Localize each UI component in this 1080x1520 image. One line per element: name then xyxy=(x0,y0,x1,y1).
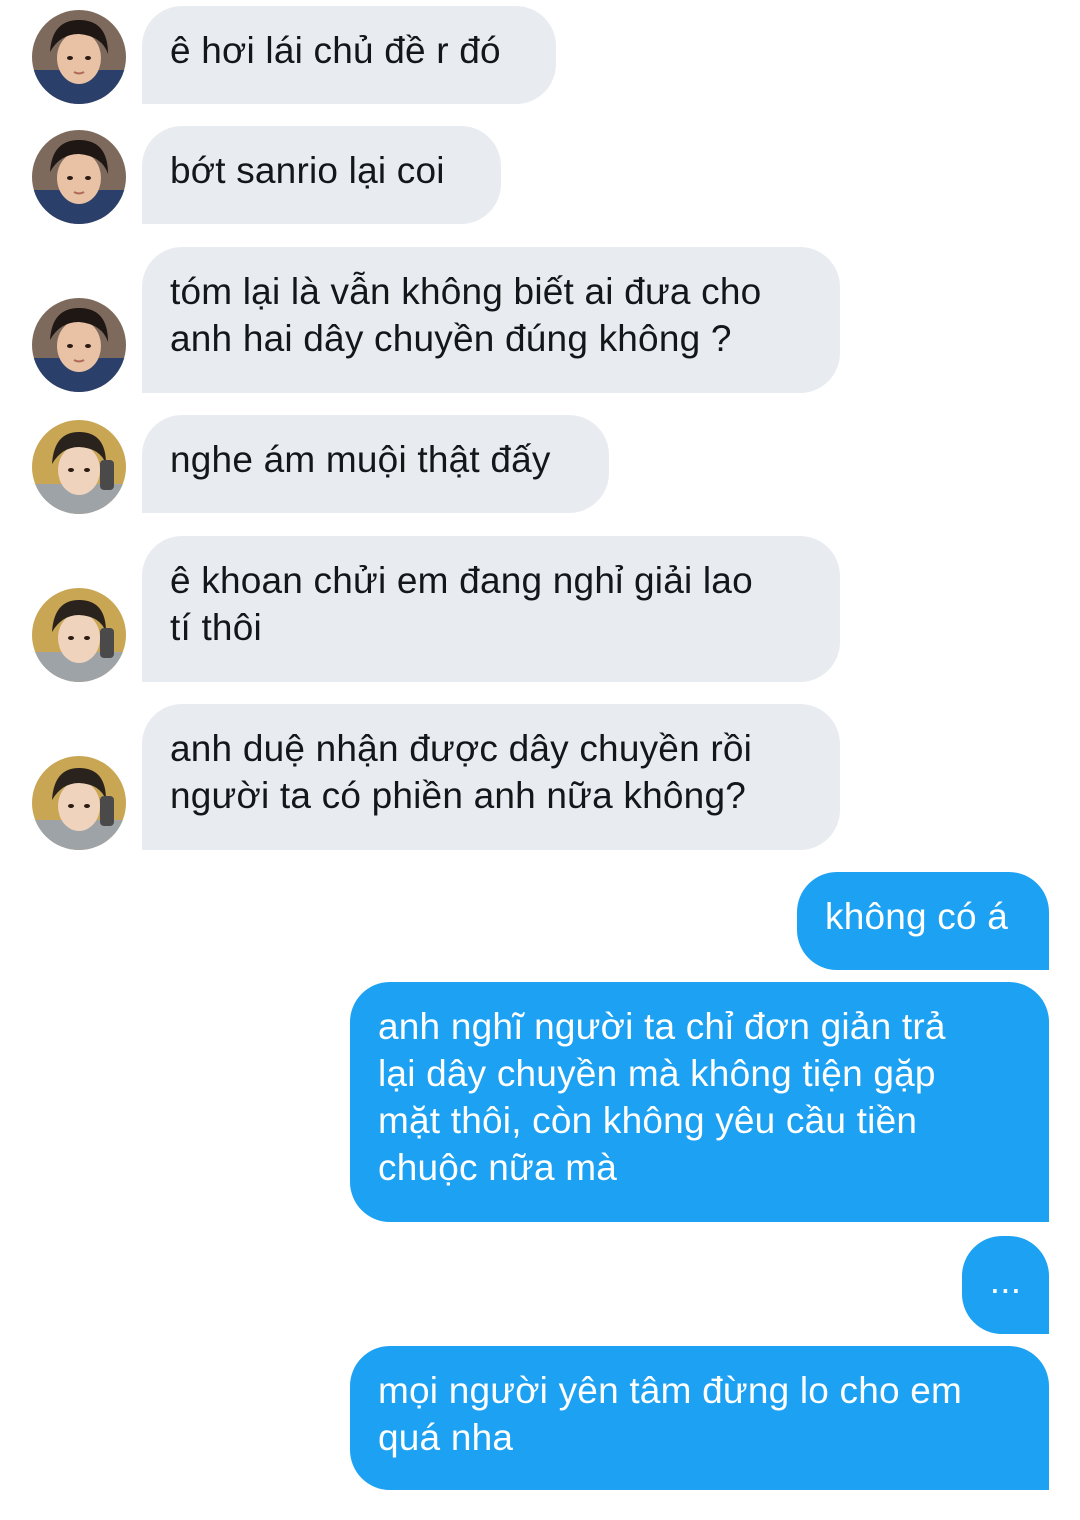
message-bubble[interactable]: nghe ám muội thật đấy xyxy=(142,415,609,513)
avatar-user-a[interactable] xyxy=(32,10,126,104)
avatar-user-b[interactable] xyxy=(32,588,126,682)
message-bubble[interactable]: tóm lại là vẫn không biết ai đưa cho anh… xyxy=(142,247,840,393)
profile-photo-icon xyxy=(32,756,126,850)
message-bubble[interactable]: ê hơi lái chủ đề r đó xyxy=(142,6,556,104)
profile-photo-icon xyxy=(32,130,126,224)
profile-photo-icon xyxy=(32,588,126,682)
avatar-user-b[interactable] xyxy=(32,420,126,514)
avatar-user-a[interactable] xyxy=(32,130,126,224)
message-bubble[interactable]: bớt sanrio lại coi xyxy=(142,126,501,224)
message-bubble[interactable]: mọi người yên tâm đừng lo cho em quá nha xyxy=(350,1346,1049,1490)
message-bubble[interactable]: ... xyxy=(962,1236,1049,1334)
avatar-user-b[interactable] xyxy=(32,756,126,850)
message-bubble[interactable]: anh duệ nhận được dây chuyền rồi người t… xyxy=(142,704,840,850)
message-bubble[interactable]: ê khoan chửi em đang nghỉ giải lao tí th… xyxy=(142,536,840,682)
message-thread: ê hơi lái chủ đề r đó bớt sanrio lại coi xyxy=(0,0,1080,1520)
avatar-user-a[interactable] xyxy=(32,298,126,392)
message-bubble[interactable]: không có á xyxy=(797,872,1049,970)
profile-photo-icon xyxy=(32,10,126,104)
message-bubble[interactable]: anh nghĩ người ta chỉ đơn giản trả lại d… xyxy=(350,982,1049,1222)
profile-photo-icon xyxy=(32,298,126,392)
profile-photo-icon xyxy=(32,420,126,514)
